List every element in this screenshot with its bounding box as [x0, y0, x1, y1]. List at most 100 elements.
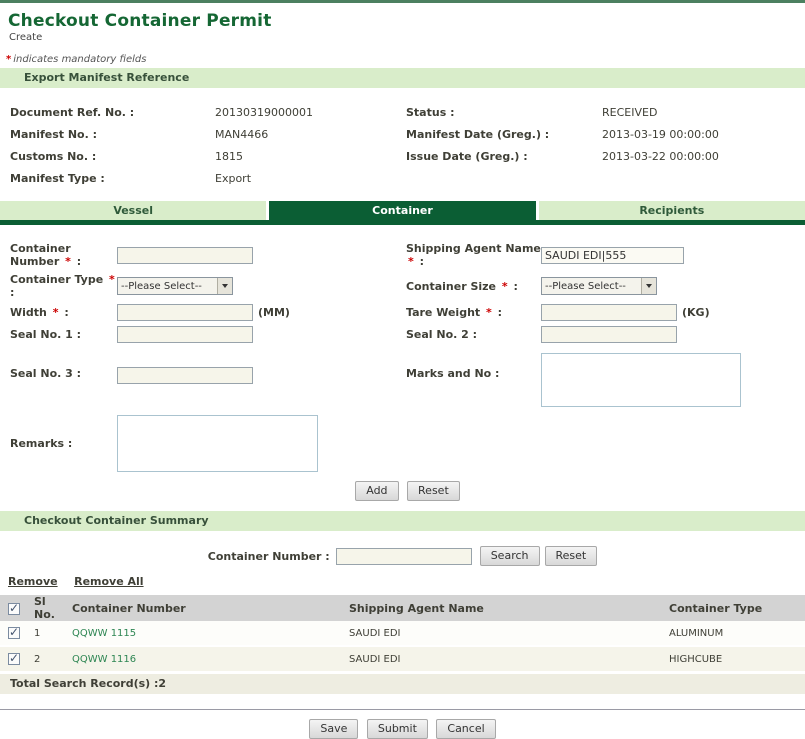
doc-ref-row: Document Ref. No. : 20130319000001	[10, 101, 406, 123]
required-asterisk: *	[65, 255, 71, 268]
cancel-button[interactable]: Cancel	[436, 719, 496, 739]
container-number-input[interactable]	[117, 246, 253, 264]
submit-button[interactable]: Submit	[366, 719, 428, 739]
seal1-input[interactable]	[117, 326, 253, 343]
status-label: Status :	[406, 105, 455, 119]
search-reset-button[interactable]: Reset	[544, 546, 598, 566]
remarks-group: Remarks :	[10, 415, 406, 472]
add-button[interactable]: Add	[355, 481, 399, 501]
container-type-select[interactable]: --Please Select--	[117, 277, 233, 295]
width-group: Width * : (MM)	[10, 304, 406, 321]
top-green-bar	[0, 0, 805, 3]
remarks-textarea[interactable]	[117, 415, 318, 472]
export-manifest-section-header: Export Manifest Reference	[0, 68, 805, 88]
customs-no-value: 1815	[215, 149, 243, 163]
row2-container-type: HIGHCUBE	[665, 645, 805, 671]
manifest-info-grid: Document Ref. No. : 20130319000001 Manif…	[0, 88, 805, 191]
manifest-type-row: Manifest Type : Export	[10, 167, 406, 189]
manifest-no-value: MAN4466	[215, 127, 269, 141]
container-size-selected-value: --Please Select--	[545, 280, 626, 292]
seal3-input[interactable]	[117, 367, 253, 384]
issue-date-row: Issue Date (Greg.) : 2013-03-22 00:00:00	[406, 145, 719, 167]
table-row: 1 QQWW 1115 SAUDI EDI ALUMINUM	[0, 621, 805, 646]
mandatory-note-text: indicates mandatory fields	[13, 54, 147, 65]
tab-recipients[interactable]: Recipients	[538, 201, 805, 220]
tare-weight-unit-label: (KG)	[682, 306, 710, 319]
row1-container-number-link[interactable]: QQWW 1115	[72, 628, 136, 639]
container-type-label: Container Type * :	[10, 273, 115, 299]
tare-weight-label: Tare Weight * :	[406, 306, 503, 319]
row2-container-number-link[interactable]: QQWW 1116	[72, 654, 136, 665]
remove-link[interactable]: Remove	[8, 575, 58, 588]
required-asterisk: *	[6, 54, 12, 65]
reset-button[interactable]: Reset	[407, 481, 460, 501]
row2-checkbox[interactable]	[8, 651, 20, 665]
row1-sl-no: 1	[30, 621, 68, 646]
seal3-group: Seal No. 3 :	[10, 353, 406, 407]
header-container-number: Container Number	[68, 595, 345, 621]
tare-weight-input[interactable]	[541, 304, 677, 321]
doc-ref-label: Document Ref. No. :	[10, 105, 135, 119]
form-row-3: Width * : (MM) Tare Weight * : (KG)	[10, 304, 805, 321]
shipping-agent-group: Shipping Agent Name * :	[406, 242, 684, 268]
search-container-number-input[interactable]	[335, 547, 472, 565]
search-container-number-label: Container Number :	[207, 549, 330, 563]
form-row-5: Seal No. 3 : Marks and No :	[10, 353, 805, 407]
bottom-divider	[0, 709, 805, 710]
form-row-2: Container Type * : --Please Select-- Con…	[10, 273, 805, 299]
row2-sl-no: 2	[30, 645, 68, 671]
tab-container[interactable]: Container	[269, 201, 536, 220]
marks-textarea[interactable]	[541, 353, 741, 407]
form-row-6: Remarks :	[10, 415, 805, 472]
row1-checkbox[interactable]	[8, 625, 20, 639]
tab-vessel[interactable]: Vessel	[0, 201, 267, 220]
customs-no-row: Customs No. : 1815	[10, 145, 406, 167]
select-all-checkbox[interactable]	[8, 601, 20, 615]
manifest-left-column: Document Ref. No. : 20130319000001 Manif…	[10, 101, 406, 189]
status-value: RECEIVED	[602, 105, 658, 119]
row1-container-type: ALUMINUM	[665, 621, 805, 646]
shipping-agent-input[interactable]	[541, 246, 684, 264]
required-asterisk: *	[408, 255, 414, 268]
tare-weight-group: Tare Weight * : (KG)	[406, 304, 710, 321]
required-asterisk: *	[486, 306, 492, 319]
table-row: 2 QQWW 1116 SAUDI EDI HIGHCUBE	[0, 645, 805, 671]
summary-search-row: Container Number : Search Reset	[0, 546, 805, 566]
width-input[interactable]	[117, 304, 253, 321]
required-asterisk: *	[501, 279, 508, 293]
remove-all-link[interactable]: Remove All	[74, 575, 143, 588]
shipping-agent-label: Shipping Agent Name * :	[406, 242, 541, 268]
seal2-label: Seal No. 2 :	[406, 328, 478, 341]
manifest-date-row: Manifest Date (Greg.) : 2013-03-19 00:00…	[406, 123, 719, 145]
total-records-bar: Total Search Record(s) :2	[0, 674, 805, 694]
chevron-down-icon	[217, 278, 232, 294]
required-asterisk: *	[109, 273, 115, 286]
container-size-select[interactable]: --Please Select--	[541, 277, 657, 295]
marks-label: Marks and No :	[406, 367, 500, 380]
footer-button-row: Save Submit Cancel	[0, 719, 805, 739]
seal1-label: Seal No. 1 :	[10, 328, 82, 341]
manifest-no-label: Manifest No. :	[10, 127, 98, 141]
seal1-group: Seal No. 1 :	[10, 326, 406, 343]
seal2-input[interactable]	[541, 326, 677, 343]
add-reset-button-row: Add Reset	[10, 481, 805, 501]
header-shipping-agent: Shipping Agent Name	[345, 595, 665, 621]
save-button[interactable]: Save	[309, 719, 359, 739]
manifest-right-column: Status : RECEIVED Manifest Date (Greg.) …	[406, 101, 719, 189]
marks-group: Marks and No :	[406, 353, 741, 407]
manifest-type-value: Export	[215, 171, 252, 185]
container-size-group: Container Size * : --Please Select--	[406, 273, 657, 299]
manifest-type-label: Manifest Type :	[10, 171, 105, 185]
customs-no-label: Customs No. :	[10, 149, 97, 163]
issue-date-label: Issue Date (Greg.) :	[406, 149, 528, 163]
width-label: Width * :	[10, 306, 69, 319]
page-subtitle: Create	[9, 32, 43, 43]
container-form: Container Number * : Shipping Agent Name…	[0, 225, 805, 501]
manifest-date-label: Manifest Date (Greg.) :	[406, 127, 550, 141]
doc-ref-value: 20130319000001	[215, 105, 313, 119]
issue-date-value: 2013-03-22 00:00:00	[602, 149, 719, 163]
chevron-down-icon	[641, 278, 656, 294]
search-button[interactable]: Search	[479, 546, 540, 566]
remarks-label: Remarks :	[10, 437, 73, 450]
width-unit-label: (MM)	[258, 306, 290, 319]
